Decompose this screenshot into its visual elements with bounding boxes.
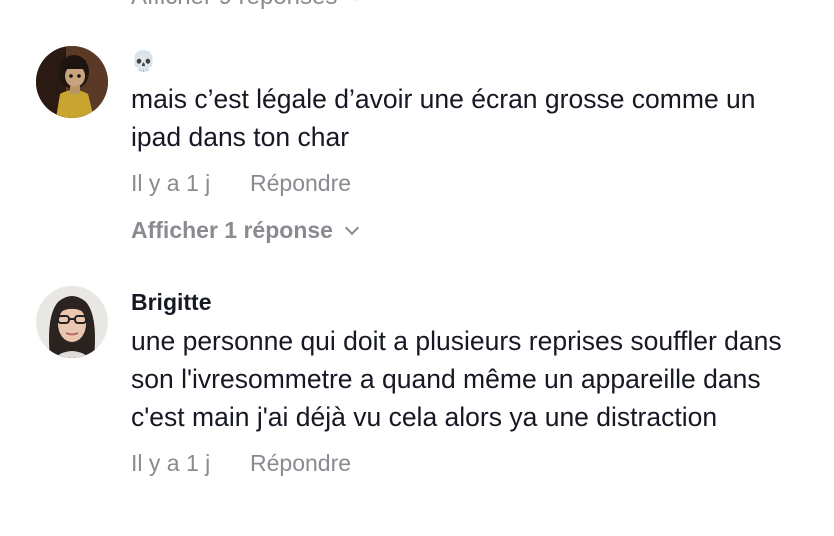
author-name[interactable]: 💀	[131, 46, 804, 74]
comment-text: une personne qui doit a plusieurs repris…	[131, 326, 782, 432]
comment-meta: Il y a 1 j Répondre	[131, 448, 804, 478]
author-name[interactable]: Brigitte	[131, 288, 804, 316]
view-replies-label: Afficher 1 réponse	[131, 217, 333, 243]
comment-body: Brigitte une personne qui doit a plusieu…	[131, 288, 804, 478]
skull-emoji: 💀	[131, 51, 156, 73]
avatar-image	[36, 46, 108, 118]
comment-meta: Il y a 1 j Répondre	[131, 168, 804, 198]
avatar[interactable]	[36, 286, 108, 358]
reply-button[interactable]: Répondre	[250, 170, 351, 196]
view-replies-button[interactable]: Afficher 1 réponse	[131, 215, 804, 245]
comment-timestamp: Il y a 1 j	[131, 450, 211, 476]
reply-button[interactable]: Répondre	[250, 450, 351, 476]
avatar-image	[36, 286, 108, 358]
chevron-down-icon	[344, 220, 360, 236]
comment-body: 💀 mais c’est légale d’avoir une écran gr…	[131, 46, 804, 245]
view-replies-label: Afficher 9 réponses	[131, 0, 337, 10]
comment-timestamp: Il y a 1 j	[131, 170, 211, 196]
view-replies-button-top[interactable]: Afficher 9 réponses	[131, 0, 364, 11]
avatar[interactable]	[36, 46, 108, 118]
comment-text: mais c’est légale d’avoir une écran gros…	[131, 84, 756, 152]
